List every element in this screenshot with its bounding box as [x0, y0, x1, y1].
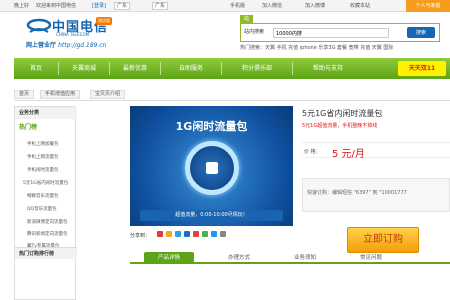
nav-help[interactable]: 帮助与支持: [293, 58, 363, 79]
logo-english: CHINA TELECOM: [56, 32, 90, 37]
search-box: 站内搜索 搜索: [240, 23, 440, 42]
main-nav: 首页 天翼商城 最新优惠 自助服务 积分俱乐部 帮助与支持 天天双11: [14, 58, 450, 79]
nav-deals[interactable]: 最新优惠: [110, 58, 160, 79]
promo-banner[interactable]: 天天双11: [398, 61, 446, 76]
sidebar-item[interactable]: 新浪微博定向流量包: [27, 219, 68, 225]
search-input[interactable]: [273, 28, 389, 38]
search-button[interactable]: 搜索: [407, 27, 435, 38]
join-weibo-link[interactable]: 加入微博: [305, 2, 325, 9]
sidebar-hot[interactable]: 热门榜: [19, 122, 37, 131]
greeting: 晚上好: [14, 3, 30, 9]
search-label: 站内搜索: [244, 29, 265, 35]
product-image-title: 1G闲时流量包: [175, 120, 248, 133]
sidebar-item[interactable]: 手机闲时流量包: [27, 167, 59, 173]
region-select[interactable]: 广东: [114, 2, 131, 10]
search-tab-site[interactable]: 站内搜索: [240, 15, 254, 46]
nav-mall[interactable]: 天翼商城: [59, 58, 109, 79]
sidebar-heading: 业务分类: [15, 107, 77, 119]
hot-search: 热门搜索：天翼 手机 充值 iphone 乐享3G 套餐 宽带 充值 天翼 国际: [240, 45, 394, 51]
nav-self-service[interactable]: 自助服务: [161, 58, 221, 79]
app-icon: [206, 162, 218, 174]
price-row: 价 格： 5 元/月: [302, 142, 450, 160]
tab-faq[interactable]: 常见问题: [346, 252, 396, 264]
share-more-icon[interactable]: [220, 231, 226, 237]
site-url: http://gd.189.cn: [58, 42, 107, 49]
share-renren-icon[interactable]: [184, 231, 190, 237]
login-link[interactable]: [登录]: [92, 2, 106, 9]
join-wechat-link[interactable]: 加入微信: [262, 2, 282, 9]
breadcrumb-home[interactable]: 首页: [14, 90, 35, 99]
tab-notice[interactable]: 业务须知: [280, 252, 330, 264]
dial-icon: [185, 141, 239, 195]
hall-label: 网上营业厅: [26, 42, 57, 49]
breadcrumb: 首页 手机增值应用 宝贝贝介绍: [14, 89, 450, 101]
sidebar-item[interactable]: 手机上网加餐包: [27, 141, 59, 147]
product-image-caption: 超值流量，0:00-10:00尽情玩！: [140, 210, 283, 221]
welcome-text: 欢迎来到中国电信: [36, 3, 77, 9]
product-subtitle: 5元1G超值流量，手机整晚不掉线: [302, 123, 378, 129]
beta-badge: 测试版: [96, 17, 112, 25]
region-select-2[interactable]: 广东: [152, 2, 169, 10]
breadcrumb-current: 宝贝贝介绍: [90, 90, 126, 99]
sidebar-item[interactable]: QQ音乐流量包: [27, 206, 57, 212]
home-tab[interactable]: 个人与家庭: [406, 0, 450, 12]
tab-how-to-order[interactable]: 办理方式: [214, 252, 264, 264]
share-label: 分享到：: [130, 233, 151, 239]
share-douban-icon[interactable]: [202, 231, 208, 237]
share-qzone-icon[interactable]: [166, 231, 172, 237]
top-bar: 晚上好 欢迎来到中国电信 [登录] 广东 广东 手机版 加入微信 加入微博 收藏…: [0, 0, 450, 12]
quick-order-text: 快速订购：编辑短信 "6397" 到 "10001777: [307, 190, 407, 196]
mobile-link[interactable]: 手机版: [230, 2, 245, 9]
site-name: 网上营业厅 http://gd.189.cn: [26, 40, 106, 49]
quick-order-box: 快速订购：编辑短信 "6397" 到 "10001777: [302, 178, 450, 212]
sidebar-item[interactable]: 手机上网流量包: [27, 154, 59, 160]
tab-product-details[interactable]: 产品详情: [144, 252, 194, 264]
share-qq-icon[interactable]: [175, 231, 181, 237]
share-weibo-icon[interactable]: [157, 231, 163, 237]
sidebar-item[interactable]: 畅聊音乐流量包: [27, 193, 59, 199]
product-image: 1G闲时流量包 超值流量，0:00-10:00尽情玩！: [130, 106, 293, 226]
detail-tabs: 产品详情 办理方式 业务须知 常见问题: [130, 250, 450, 264]
sidebar-ranking-heading: 热门订购排行榜: [15, 247, 77, 259]
sidebar-item[interactable]: 腾讯新闻定向流量包: [27, 231, 68, 237]
china-telecom-logo-icon: [26, 18, 52, 33]
sidebar: 业务分类 热门榜 手机上网加餐包 手机上网流量包 手机闲时流量包 5元1G省内闲…: [14, 106, 77, 300]
product-title: 5元1G省内闲时流量包: [302, 109, 383, 118]
share-kaixin-icon[interactable]: [211, 231, 217, 237]
breadcrumb-category[interactable]: 手机增值应用: [40, 90, 81, 99]
nav-home[interactable]: 首页: [14, 58, 58, 79]
favorite-link[interactable]: 收藏本站: [350, 2, 370, 9]
nav-points-club[interactable]: 积分俱乐部: [222, 58, 292, 79]
sidebar-item[interactable]: 5元1G省内闲时流量包: [23, 180, 68, 186]
price-value: 5 元/月: [332, 149, 365, 160]
price-label: 价 格：: [304, 149, 321, 155]
share-tencent-icon[interactable]: [193, 231, 199, 237]
